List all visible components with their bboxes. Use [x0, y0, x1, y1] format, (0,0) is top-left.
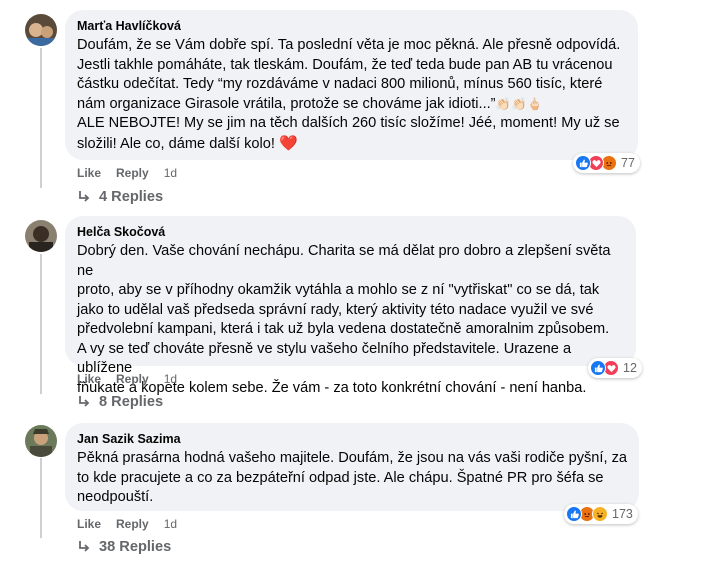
- view-replies-button[interactable]: 8 Replies: [77, 394, 163, 410]
- avatar[interactable]: [25, 425, 57, 457]
- reaction-count: 77: [621, 156, 635, 170]
- comment-bubble: Marťa Havlíčková Doufám, že se Vám dobře…: [65, 10, 638, 160]
- comment-actions: Like Reply 1d: [77, 517, 192, 531]
- view-replies-button[interactable]: 38 Replies: [77, 539, 171, 555]
- reaction-summary[interactable]: 77: [573, 153, 640, 173]
- reply-button[interactable]: Reply: [116, 517, 149, 531]
- reply-arrow-icon: [79, 541, 90, 552]
- comment-text: Pěkná prasárna hodná vašeho majitele. Do…: [77, 450, 628, 505]
- comment-author[interactable]: Jan Sazik Sazima: [77, 431, 627, 447]
- replies-label: 4 Replies: [99, 189, 164, 205]
- comment-actions: Like Reply 1d: [77, 372, 192, 386]
- clap-emoji-icon: 👏🏻👏🏻🖕🏻: [495, 96, 544, 111]
- replies-label: 38 Replies: [99, 539, 172, 555]
- reply-arrow-icon: [79, 396, 90, 407]
- reaction-count: 12: [623, 361, 637, 375]
- comment-actions: Like Reply 1d: [77, 166, 192, 180]
- like-reaction-icon: [566, 506, 582, 522]
- comment-text: Doufám, že se Vám dobře spí. Ta poslední…: [77, 36, 626, 154]
- haha-reaction-icon: [592, 506, 608, 522]
- avatar[interactable]: [25, 14, 57, 46]
- like-button[interactable]: Like: [77, 517, 101, 531]
- timestamp[interactable]: 1d: [164, 517, 177, 531]
- reply-arrow-icon: [79, 191, 90, 202]
- thread-line: [40, 254, 42, 394]
- heart-emoji-icon: ❤️: [278, 134, 298, 152]
- reply-button[interactable]: Reply: [116, 166, 149, 180]
- reply-button[interactable]: Reply: [116, 372, 149, 386]
- view-replies-button[interactable]: 4 Replies: [77, 189, 163, 205]
- like-button[interactable]: Like: [77, 166, 101, 180]
- timestamp[interactable]: 1d: [164, 166, 177, 180]
- comment-text-tail: ALE NEBOJTE! My se jim na těch dalších 2…: [77, 115, 620, 152]
- like-button[interactable]: Like: [77, 372, 101, 386]
- thread-line: [40, 458, 42, 538]
- comment-bubble: Helča Skočová Dobrý den. Vaše chování ne…: [65, 216, 636, 396]
- reaction-summary[interactable]: 12: [588, 358, 642, 378]
- like-reaction-icon: [590, 360, 606, 376]
- comment-author[interactable]: Helča Skočová: [77, 224, 624, 240]
- reaction-count: 173: [612, 507, 633, 521]
- replies-label: 8 Replies: [99, 394, 164, 410]
- reaction-summary[interactable]: 173: [564, 504, 638, 524]
- thread-line: [40, 48, 42, 188]
- comment-author[interactable]: Marťa Havlíčková: [77, 18, 626, 34]
- avatar[interactable]: [25, 220, 57, 252]
- timestamp[interactable]: 1d: [164, 372, 177, 386]
- comment-bubble: Jan Sazik Sazima Pěkná prasárna hodná va…: [65, 423, 639, 511]
- like-reaction-icon: [575, 155, 591, 171]
